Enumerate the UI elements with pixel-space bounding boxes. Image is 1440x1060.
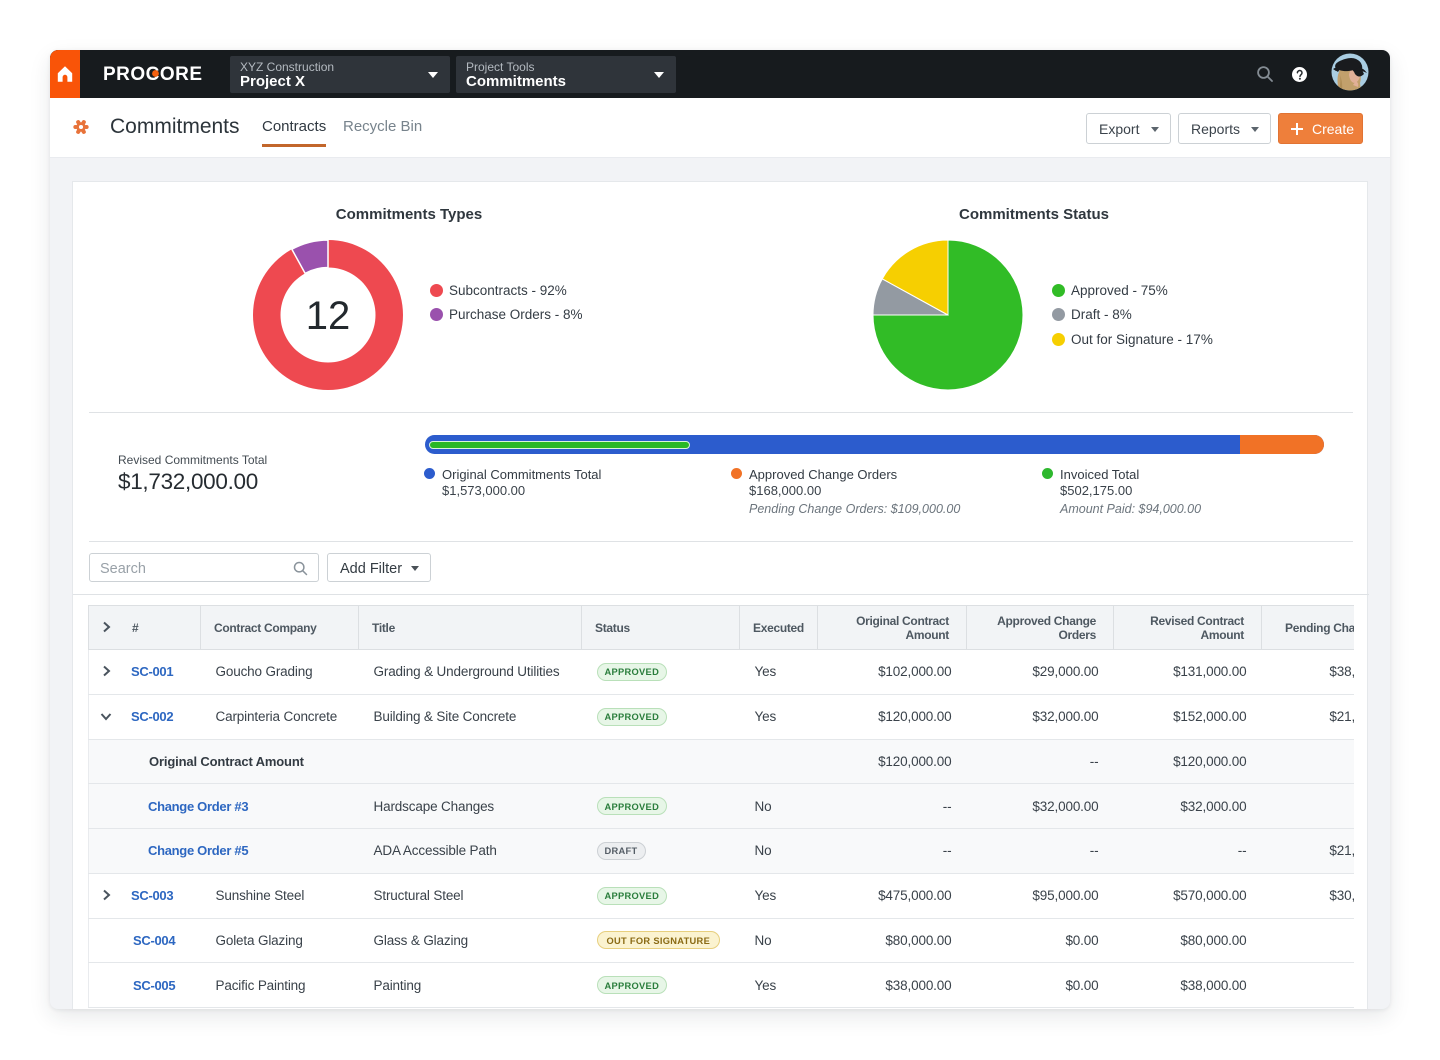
svg-text:12: 12 bbox=[306, 294, 351, 338]
